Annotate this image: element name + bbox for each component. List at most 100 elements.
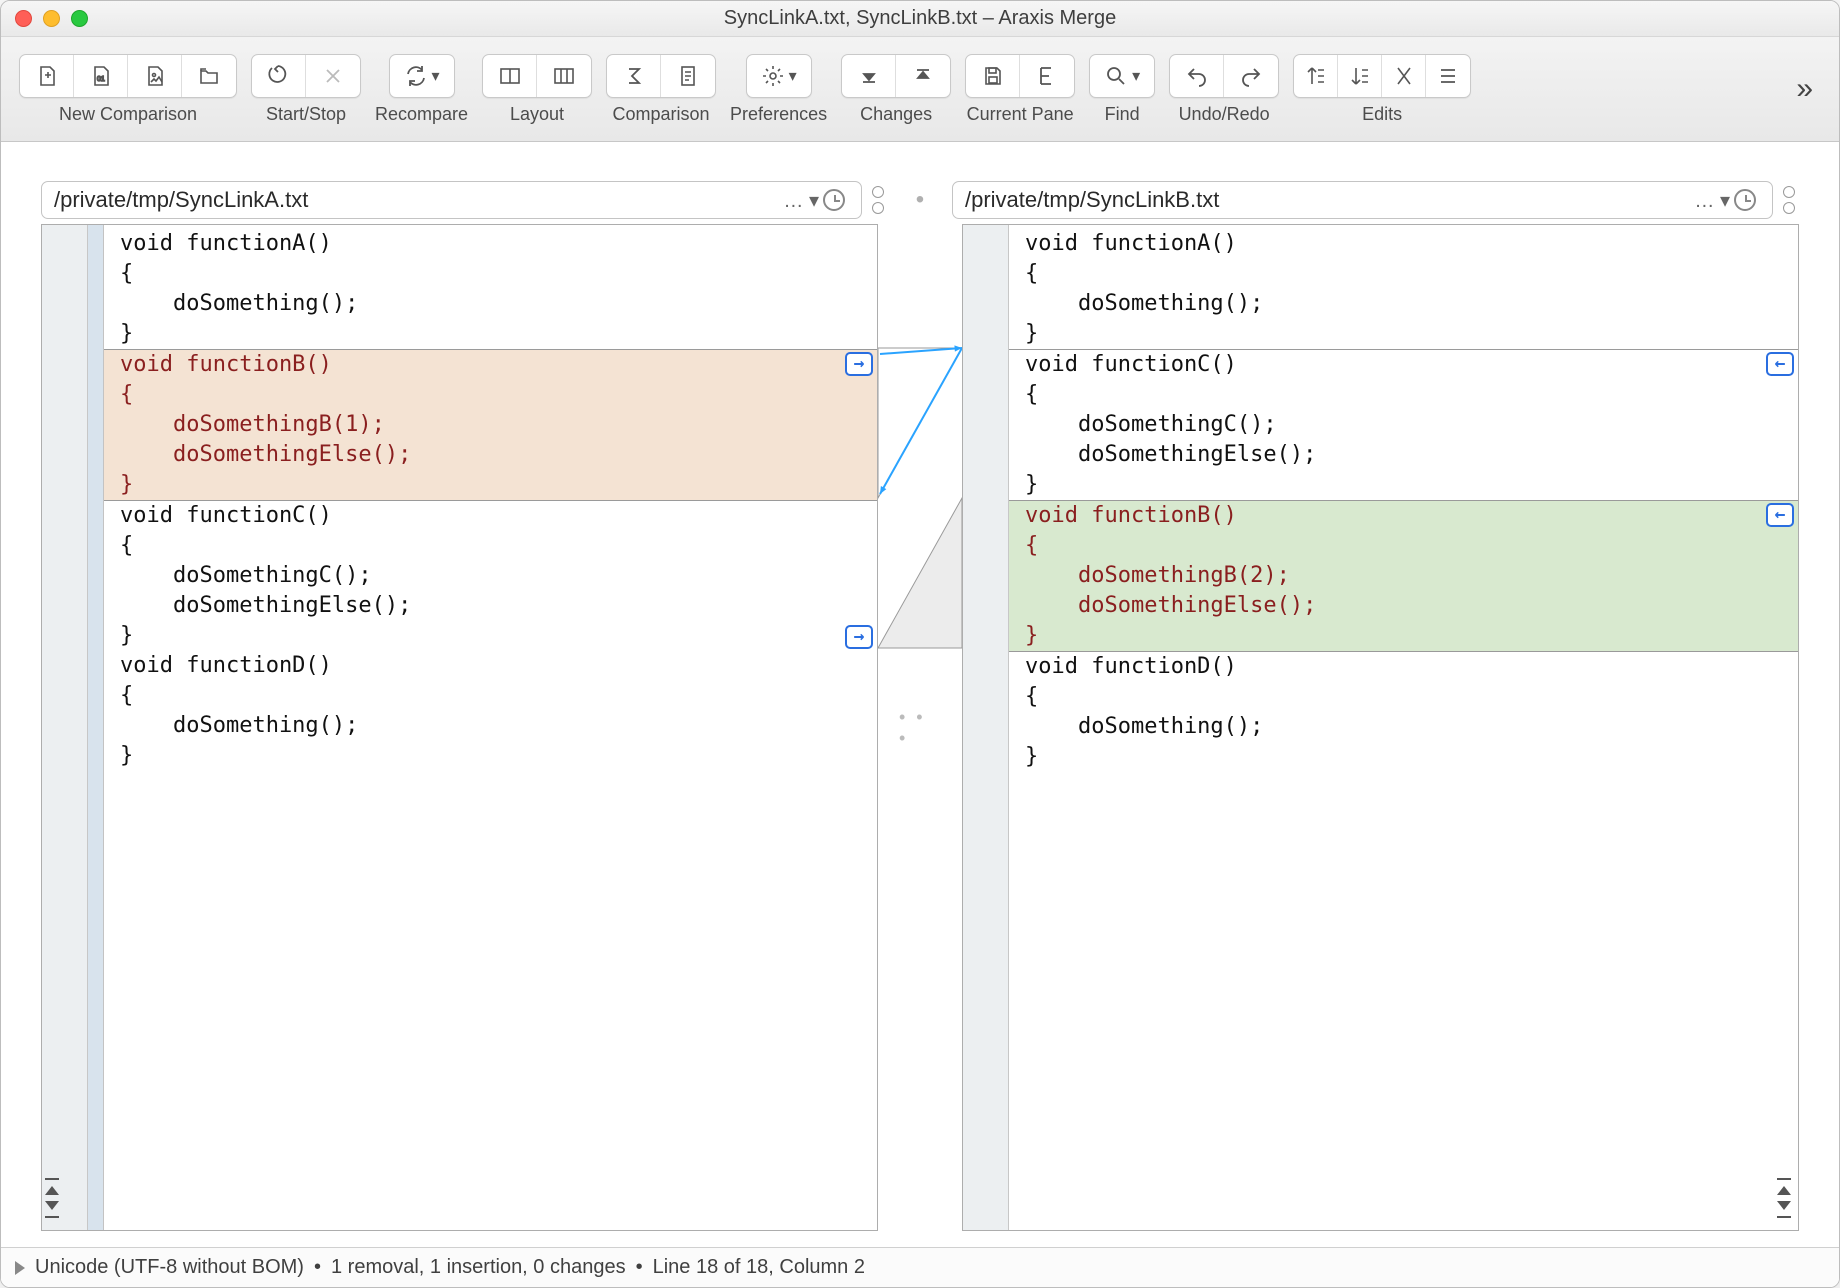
stop-button[interactable] — [306, 55, 360, 97]
edit-pane-button[interactable] — [1020, 55, 1074, 97]
toolbar-group-edits: Edits — [1293, 54, 1471, 125]
status-position: Line 18 of 18, Column 2 — [653, 1256, 865, 1279]
toolbar-label: Start/Stop — [266, 104, 346, 125]
edit-down-button[interactable] — [1338, 55, 1382, 97]
client-area: /private/tmp/SyncLinkA.txt … ▾ • /privat… — [1, 142, 1839, 1287]
sync-indicator-left[interactable] — [872, 183, 888, 217]
redo-button[interactable] — [1224, 55, 1278, 97]
close-icon[interactable] — [15, 10, 32, 27]
history-icon[interactable] — [1734, 189, 1756, 211]
toolbar-group-find: ▾ Find — [1089, 54, 1155, 125]
recompare-button[interactable]: ▾ — [390, 55, 454, 97]
status-encoding: Unicode (UTF-8 without BOM) — [35, 1256, 304, 1279]
code-line: { — [104, 531, 877, 561]
toolbar: 01 New Comparison Start/Stop ▾ Recompare — [1, 37, 1839, 142]
layout-2way-button[interactable] — [483, 55, 537, 97]
code-line: doSomethingC(); — [1009, 410, 1798, 440]
code-line: doSomethingB(2); — [1009, 561, 1798, 591]
code-line: void functionA() — [104, 229, 877, 259]
code-line: } — [104, 621, 877, 651]
code-line: { — [104, 681, 877, 711]
code-line: void functionC() — [104, 501, 877, 531]
toolbar-label: Undo/Redo — [1179, 104, 1270, 125]
code-line: } — [104, 741, 877, 771]
edit-merge-button[interactable] — [1382, 55, 1426, 97]
left-overview-strip[interactable] — [88, 225, 104, 1230]
path-menu-icon[interactable]: … ▾ — [783, 188, 819, 213]
edit-list-button[interactable] — [1426, 55, 1470, 97]
start-button[interactable] — [252, 55, 306, 97]
toolbar-group-current-pane: Current Pane — [965, 54, 1075, 125]
code-line: doSomething(); — [104, 711, 877, 741]
center-handle-icon[interactable]: • • • — [899, 707, 941, 749]
code-line: doSomethingC(); — [104, 561, 877, 591]
code-line: } — [1009, 319, 1798, 349]
next-change-button[interactable] — [896, 55, 950, 97]
zoom-icon[interactable] — [71, 10, 88, 27]
left-pane[interactable]: void functionA(){ doSomething();}void fu… — [41, 224, 878, 1231]
toolbar-overflow-icon[interactable]: » — [1788, 72, 1821, 106]
sync-indicator-right[interactable] — [1783, 183, 1799, 217]
layout-3way-button[interactable] — [537, 55, 591, 97]
new-image-button[interactable] — [128, 55, 182, 97]
code-line: doSomethingB(1); — [104, 410, 877, 440]
undo-button[interactable] — [1170, 55, 1224, 97]
code-line: void functionD() — [104, 651, 877, 681]
push-right-icon[interactable]: → — [845, 352, 873, 376]
cmp-sigma-button[interactable] — [607, 55, 661, 97]
compare-area: void functionA(){ doSomething();}void fu… — [1, 224, 1839, 1247]
path-menu-icon[interactable]: … ▾ — [1694, 188, 1730, 213]
center-linker: • • • — [878, 224, 962, 1231]
code-line: { — [1009, 682, 1798, 712]
code-line: doSomethingElse(); — [104, 591, 877, 621]
push-left-icon[interactable]: ← — [1766, 352, 1794, 376]
toolbar-group-changes: Changes — [841, 54, 951, 125]
code-line: void functionA() — [1009, 229, 1798, 259]
right-nav-buttons[interactable] — [1777, 1158, 1795, 1218]
right-pane[interactable]: void functionA(){ doSomething();}void fu… — [962, 224, 1799, 1231]
code-line: } — [104, 470, 877, 500]
left-gutter — [42, 225, 88, 1230]
new-binary-button[interactable]: 01 — [74, 55, 128, 97]
new-folder-button[interactable] — [182, 55, 236, 97]
code-line: doSomethingElse(); — [1009, 440, 1798, 470]
prev-change-button[interactable] — [842, 55, 896, 97]
toolbar-label: Comparison — [613, 104, 710, 125]
right-path-text: /private/tmp/SyncLinkB.txt — [965, 187, 1688, 213]
toolbar-group-new-comparison: 01 New Comparison — [19, 54, 237, 125]
code-line: doSomething(); — [1009, 712, 1798, 742]
toolbar-group-start-stop: Start/Stop — [251, 54, 361, 125]
status-play-icon[interactable] — [15, 1261, 25, 1275]
right-path-input[interactable]: /private/tmp/SyncLinkB.txt … ▾ — [952, 181, 1773, 219]
preferences-button[interactable]: ▾ — [747, 55, 811, 97]
toolbar-label: Current Pane — [967, 104, 1074, 125]
code-line: doSomething(); — [1009, 289, 1798, 319]
save-pane-button[interactable] — [966, 55, 1020, 97]
toolbar-group-comparison: Comparison — [606, 54, 716, 125]
left-nav-buttons[interactable] — [45, 1158, 63, 1218]
new-file-button[interactable] — [20, 55, 74, 97]
push-right-icon[interactable]: → — [845, 625, 873, 649]
status-diff-summary: 1 removal, 1 insertion, 0 changes — [331, 1256, 626, 1279]
left-code[interactable]: void functionA(){ doSomething();}void fu… — [104, 225, 877, 1230]
code-line: { — [104, 380, 877, 410]
history-icon[interactable] — [823, 189, 845, 211]
minimize-icon[interactable] — [43, 10, 60, 27]
find-button[interactable]: ▾ — [1090, 55, 1154, 97]
code-line: void functionB() — [104, 350, 877, 380]
code-line: } — [1009, 621, 1798, 651]
code-line: { — [1009, 531, 1798, 561]
toolbar-group-layout: Layout — [482, 54, 592, 125]
right-code[interactable]: void functionA(){ doSomething();}void fu… — [1009, 225, 1798, 1230]
code-line: } — [1009, 742, 1798, 772]
status-bar: Unicode (UTF-8 without BOM) • 1 removal,… — [1, 1247, 1839, 1287]
toolbar-group-undo-redo: Undo/Redo — [1169, 54, 1279, 125]
code-line: } — [1009, 470, 1798, 500]
app-window: SyncLinkA.txt, SyncLinkB.txt – Araxis Me… — [0, 0, 1840, 1288]
left-path-input[interactable]: /private/tmp/SyncLinkA.txt … ▾ — [41, 181, 862, 219]
titlebar: SyncLinkA.txt, SyncLinkB.txt – Araxis Me… — [1, 1, 1839, 37]
cmp-report-button[interactable] — [661, 55, 715, 97]
edit-up-button[interactable] — [1294, 55, 1338, 97]
push-left-icon[interactable]: ← — [1766, 503, 1794, 527]
toolbar-label: Changes — [860, 104, 932, 125]
